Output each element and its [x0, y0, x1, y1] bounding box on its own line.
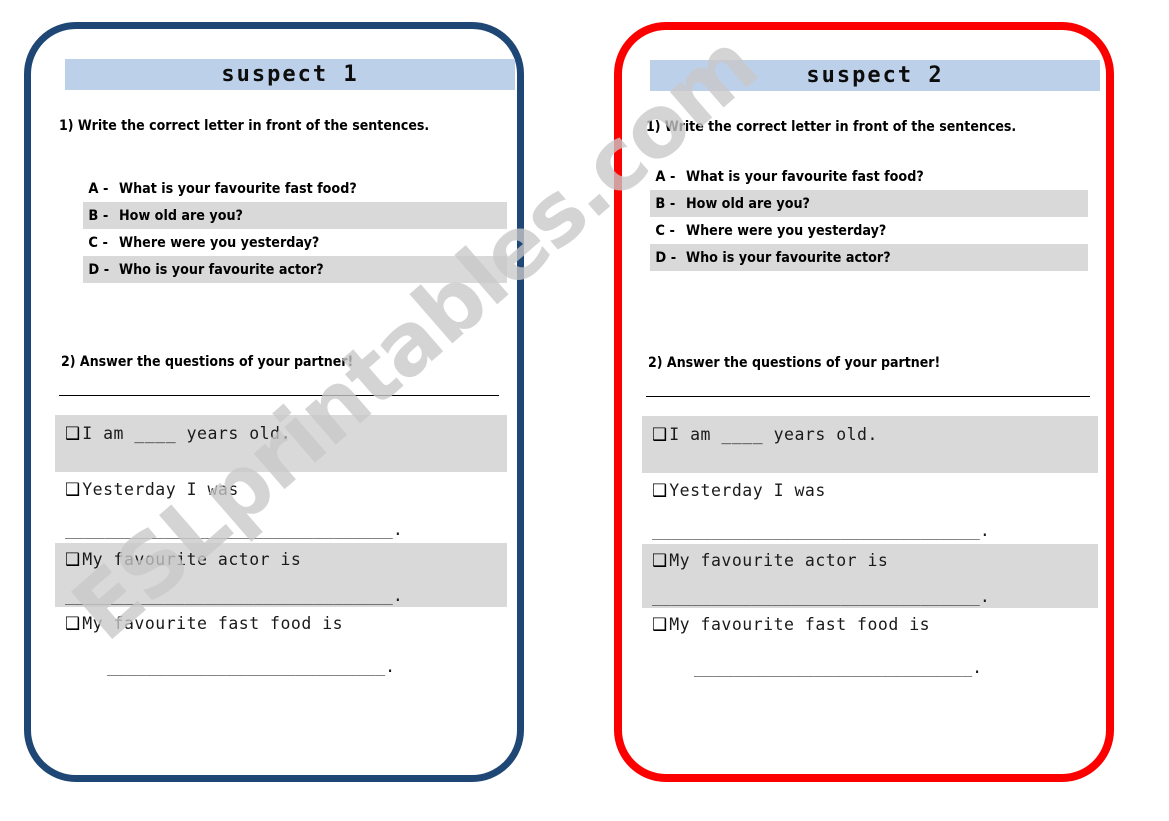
answer-blank-line-4-card2: ____________________________. — [694, 660, 983, 677]
divider-rule-card2 — [646, 396, 1090, 397]
question-list-2: A - What is your favourite fast food? B … — [650, 163, 1088, 271]
answer-text-4-card2: My favourite fast food is — [669, 615, 931, 634]
question-letter-a-card1: A - — [88, 180, 109, 197]
checkbox-icon-4-card1[interactable]: ❑ — [65, 616, 80, 633]
question-letter-c-card1: C - — [88, 234, 108, 251]
question-row-a-card1[interactable]: A - What is your favourite fast food? — [83, 175, 507, 202]
question-text-c-card2: Where were you yesterday? — [686, 222, 887, 239]
answer-block-1-card1[interactable]: ❑ I am ____ years old. — [55, 415, 507, 472]
answer-blank-line-2-card2: _________________________________. — [652, 523, 990, 540]
worksheet-sheet: suspect 1 1) Write the correct letter in… — [0, 0, 1169, 821]
question-row-c-card1[interactable]: C - Where were you yesterday? — [83, 229, 507, 256]
card-title-bar-2: suspect 2 — [650, 60, 1100, 91]
question-row-b-card1[interactable]: B - How old are you? — [83, 202, 507, 229]
checkbox-icon-3-card2[interactable]: ❑ — [652, 553, 667, 570]
answer-text-2-card2: Yesterday I was — [669, 481, 826, 500]
answer-blank-2-card2[interactable]: _________________________________. — [642, 507, 1098, 544]
answer-blank-line-4-card1: ____________________________. — [107, 659, 396, 676]
card-title-1: suspect 1 — [221, 62, 359, 87]
card-content-2: suspect 2 1) Write the correct letter in… — [622, 30, 1106, 774]
answer-block-4-card2[interactable]: ❑ My favourite fast food is — [642, 608, 1098, 641]
answer-block-3-card1[interactable]: ❑ My favourite actor is ________________… — [55, 543, 507, 607]
answer-blank-4-card2[interactable]: ____________________________. — [642, 641, 1098, 689]
answer-blank-2-card1[interactable]: _________________________________. — [55, 506, 507, 543]
checkbox-icon-2-card2[interactable]: ❑ — [652, 483, 667, 500]
answer-text-4-card1: My favourite fast food is — [82, 614, 344, 633]
checkbox-icon-2-card1[interactable]: ❑ — [65, 482, 80, 499]
checkbox-icon-1-card1[interactable]: ❑ — [65, 426, 80, 443]
question-letter-d-card1: D - — [88, 261, 110, 278]
instruction-1-card2: 1) Write the correct letter in front of … — [646, 119, 1017, 135]
question-text-a-card2: What is your favourite fast food? — [686, 168, 924, 185]
question-list-1: A - What is your favourite fast food? B … — [83, 175, 507, 283]
divider-rule-card1 — [59, 395, 499, 396]
answer-blank-line-2-card1: _________________________________. — [65, 522, 403, 539]
question-text-d-card2: Who is your favourite actor? — [686, 249, 891, 266]
question-letter-c-card2: C - — [655, 222, 675, 239]
question-letter-b-card2: B - — [655, 195, 676, 212]
card-title-2: suspect 2 — [806, 63, 944, 88]
suspect-card-2: suspect 2 1) Write the correct letter in… — [614, 22, 1114, 782]
answer-text-3-card1: My favourite actor is — [82, 550, 302, 569]
answer-blank-line-3-card1: _________________________________. — [65, 588, 403, 605]
question-text-a-card1: What is your favourite fast food? — [119, 180, 357, 197]
instruction-2-card1: 2) Answer the questions of your partner! — [61, 354, 354, 370]
question-letter-a-card2: A - — [655, 168, 676, 185]
question-row-b-card2[interactable]: B - How old are you? — [650, 190, 1088, 217]
question-text-b-card1: How old are you? — [119, 207, 243, 224]
question-row-a-card2[interactable]: A - What is your favourite fast food? — [650, 163, 1088, 190]
question-letter-b-card1: B - — [88, 207, 109, 224]
answer-block-4-card1[interactable]: ❑ My favourite fast food is — [55, 607, 507, 640]
question-text-d-card1: Who is your favourite actor? — [119, 261, 324, 278]
question-letter-d-card2: D - — [655, 249, 677, 266]
question-row-d-card2[interactable]: D - Who is your favourite actor? — [650, 244, 1088, 271]
checkbox-icon-1-card2[interactable]: ❑ — [652, 427, 667, 444]
question-text-b-card2: How old are you? — [686, 195, 810, 212]
answer-list-1: ❑ I am ____ years old. ❑ Yesterday I was… — [55, 415, 507, 688]
answer-blank-line-3-card2: _________________________________. — [652, 589, 990, 606]
answer-block-1-card2[interactable]: ❑ I am ____ years old. — [642, 416, 1098, 473]
answer-text-2-card1: Yesterday I was — [82, 480, 239, 499]
question-text-c-card1: Where were you yesterday? — [119, 234, 320, 251]
suspect-card-1: suspect 1 1) Write the correct letter in… — [24, 22, 524, 782]
instruction-2-card2: 2) Answer the questions of your partner! — [648, 355, 941, 371]
answer-text-1-card1: I am ____ years old. — [82, 424, 291, 443]
question-row-d-card1[interactable]: D - Who is your favourite actor? — [83, 256, 507, 283]
answer-text-1-card2: I am ____ years old. — [669, 425, 878, 444]
answer-blank-4-card1[interactable]: ____________________________. — [55, 640, 507, 688]
checkbox-icon-3-card1[interactable]: ❑ — [65, 552, 80, 569]
answer-block-3-card2[interactable]: ❑ My favourite actor is ________________… — [642, 544, 1098, 608]
answer-list-2: ❑ I am ____ years old. ❑ Yesterday I was… — [642, 416, 1098, 689]
checkbox-icon-4-card2[interactable]: ❑ — [652, 617, 667, 634]
card-title-bar-1: suspect 1 — [65, 59, 515, 90]
question-row-c-card2[interactable]: C - Where were you yesterday? — [650, 217, 1088, 244]
answer-block-2-card2[interactable]: ❑ Yesterday I was — [642, 473, 1098, 507]
answer-block-2-card1[interactable]: ❑ Yesterday I was — [55, 472, 507, 506]
card-content-1: suspect 1 1) Write the correct letter in… — [31, 29, 517, 775]
answer-text-3-card2: My favourite actor is — [669, 551, 889, 570]
instruction-1-card1: 1) Write the correct letter in front of … — [59, 118, 430, 134]
